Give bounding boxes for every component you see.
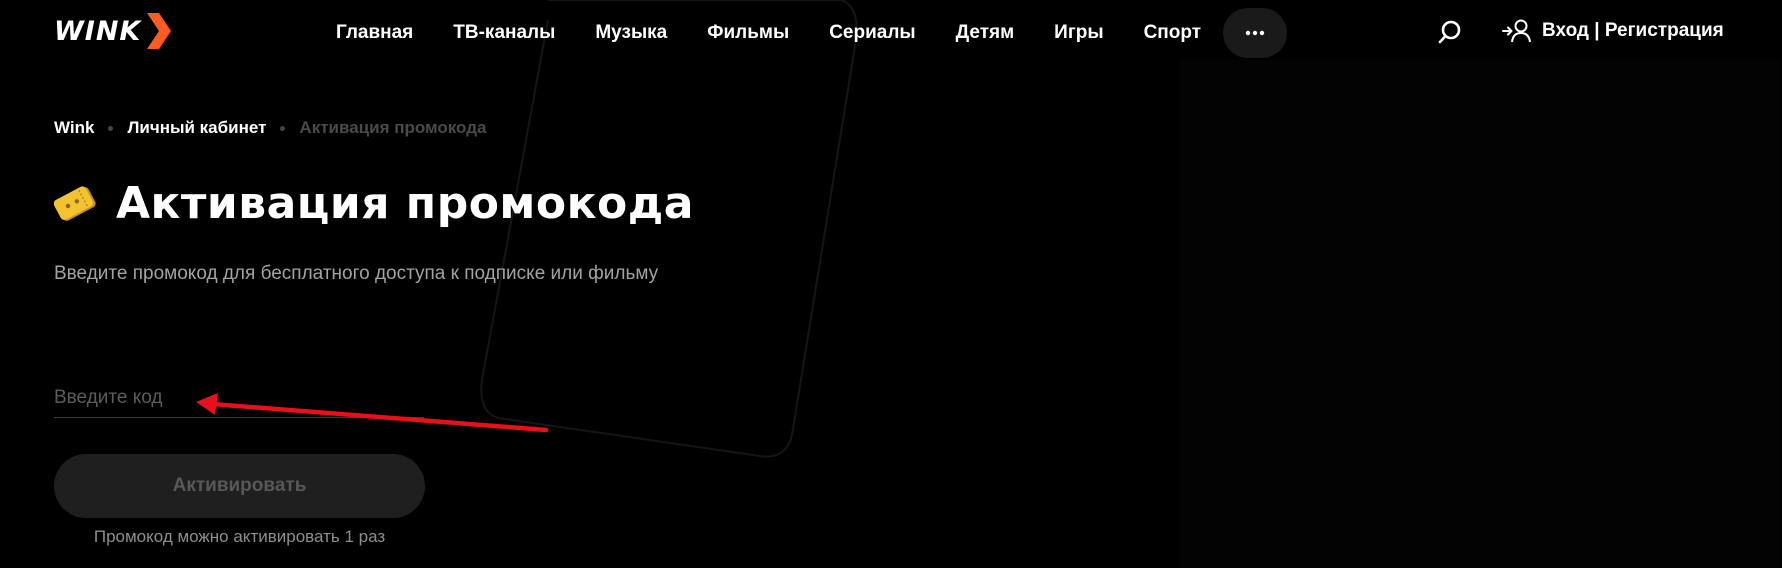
- nav-item-games[interactable]: Игры: [1054, 22, 1103, 44]
- login-button[interactable]: Вход | Регистрация: [1502, 18, 1724, 44]
- nav-item-tv-channels[interactable]: ТВ-каналы: [453, 22, 555, 44]
- breadcrumb-separator: [280, 125, 286, 131]
- activate-button[interactable]: Активировать: [54, 454, 425, 518]
- login-label: Вход | Регистрация: [1542, 20, 1724, 41]
- nav-item-kids[interactable]: Детям: [956, 22, 1015, 44]
- search-button[interactable]: [1436, 18, 1464, 46]
- user-login-icon: [1502, 19, 1531, 43]
- breadcrumb-separator: [108, 125, 114, 131]
- promo-code-field: [54, 380, 424, 418]
- title-row: Активация промокода: [54, 178, 694, 229]
- nav-item-home[interactable]: Главная: [336, 22, 413, 44]
- page-title: Активация промокода: [116, 178, 694, 229]
- search-icon: [1438, 20, 1461, 44]
- main-nav: Главная ТВ-каналы Музыка Фильмы Сериалы …: [316, 8, 1288, 58]
- breadcrumb: Wink Личный кабинет Активация промокода: [54, 118, 486, 138]
- nav-item-movies[interactable]: Фильмы: [707, 22, 789, 44]
- logo-text: WINK: [54, 15, 142, 47]
- nav-item-music[interactable]: Музыка: [595, 22, 667, 44]
- activation-hint: Промокод можно активировать 1 раз: [93, 527, 386, 546]
- top-header: WINK Главная ТВ-каналы Музыка Фильмы Сер…: [0, 0, 1782, 66]
- nav-item-series[interactable]: Сериалы: [829, 22, 915, 44]
- ticket-icon: [54, 185, 96, 221]
- breadcrumb-personal-account[interactable]: Личный кабинет: [127, 118, 266, 138]
- chevron-arrow-logo-icon: [147, 13, 172, 49]
- nav-item-sport[interactable]: Спорт: [1144, 22, 1201, 44]
- promo-code-input[interactable]: [54, 380, 424, 416]
- more-dots-icon: [1245, 30, 1265, 36]
- breadcrumb-wink[interactable]: Wink: [54, 118, 94, 138]
- more-button[interactable]: [1223, 8, 1288, 58]
- page-subtitle: Введите промокод для бесплатного доступа…: [54, 263, 659, 284]
- breadcrumb-current: Активация промокода: [299, 118, 487, 137]
- wink-logo[interactable]: WINK: [54, 13, 172, 49]
